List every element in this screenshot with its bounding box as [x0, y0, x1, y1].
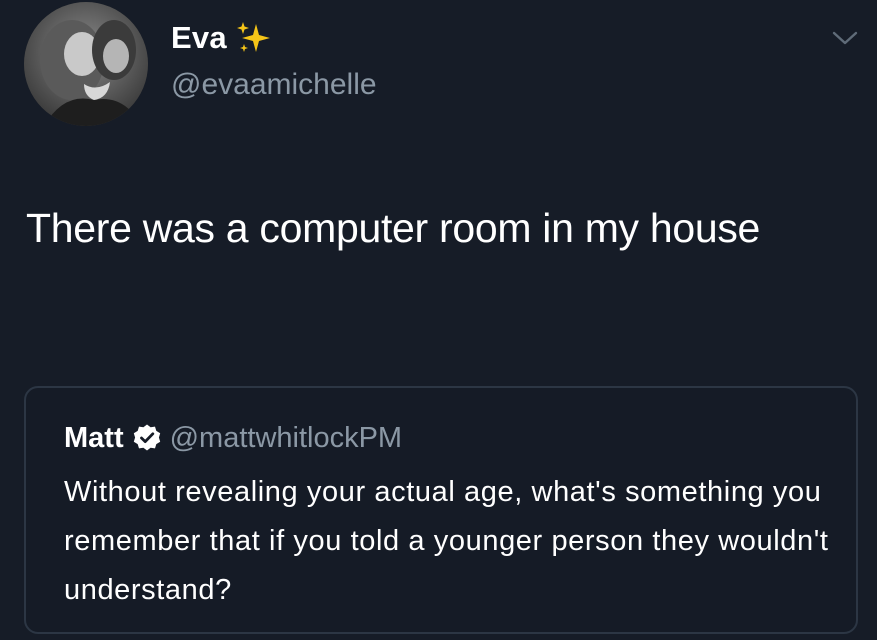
quoted-tweet-header: Matt @mattwhitlockPM: [64, 418, 402, 458]
quoted-tweet-card[interactable]: Matt @mattwhitlockPM Without revealing y…: [24, 386, 858, 634]
tweet: Eva @evaamichelle There was a computer r…: [0, 0, 877, 640]
verified-badge-icon: [133, 424, 160, 451]
chevron-down-icon[interactable]: [830, 28, 860, 48]
quoted-tweet-text: Without revealing your actual age, what'…: [64, 476, 829, 606]
profile-photo-icon: [24, 2, 148, 126]
author-handle[interactable]: @evaamichelle: [171, 68, 377, 102]
quoted-author-handle: @mattwhitlockPM: [169, 421, 403, 454]
author-display-name[interactable]: Eva: [171, 20, 227, 56]
tweet-text: There was a computer room in my house: [26, 205, 761, 251]
quoted-author-name: Matt: [64, 421, 124, 454]
sparkles-icon: [237, 22, 270, 52]
avatar[interactable]: [24, 2, 148, 126]
